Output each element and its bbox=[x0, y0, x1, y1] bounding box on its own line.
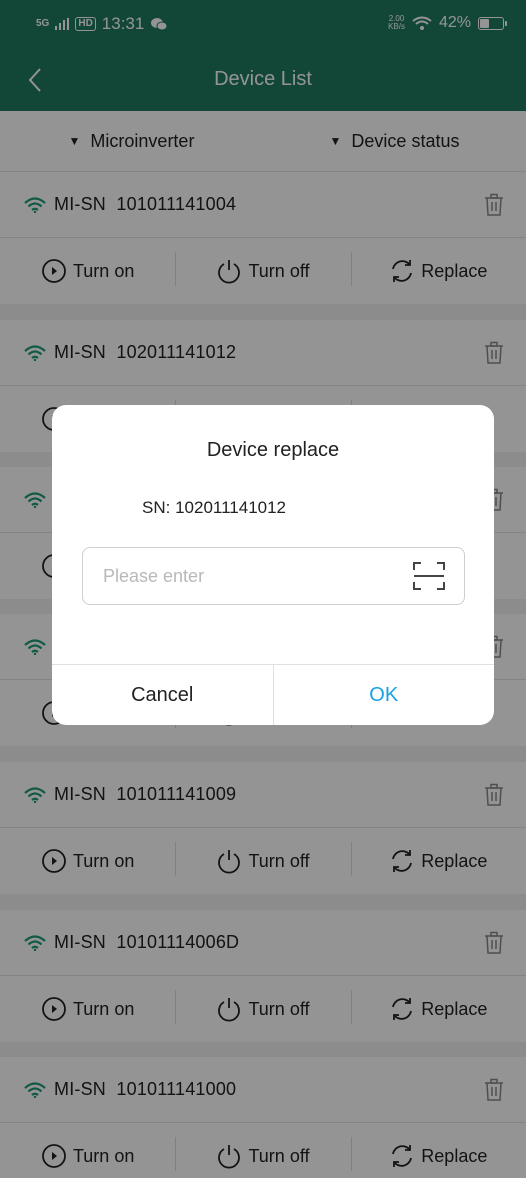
sn-label: SN: bbox=[142, 498, 171, 517]
dialog-sn: SN: 102011141012 bbox=[142, 498, 286, 518]
ok-button[interactable]: OK bbox=[274, 665, 495, 725]
cancel-button[interactable]: Cancel bbox=[52, 665, 274, 725]
device-replace-dialog: Device replace SN: 102011141012 Cancel O… bbox=[52, 405, 494, 725]
sn-value: 102011141012 bbox=[175, 498, 287, 517]
new-sn-input[interactable] bbox=[103, 565, 393, 587]
dialog-title: Device replace bbox=[206, 439, 340, 461]
new-sn-field bbox=[82, 547, 465, 605]
scan-icon[interactable] bbox=[412, 560, 446, 592]
